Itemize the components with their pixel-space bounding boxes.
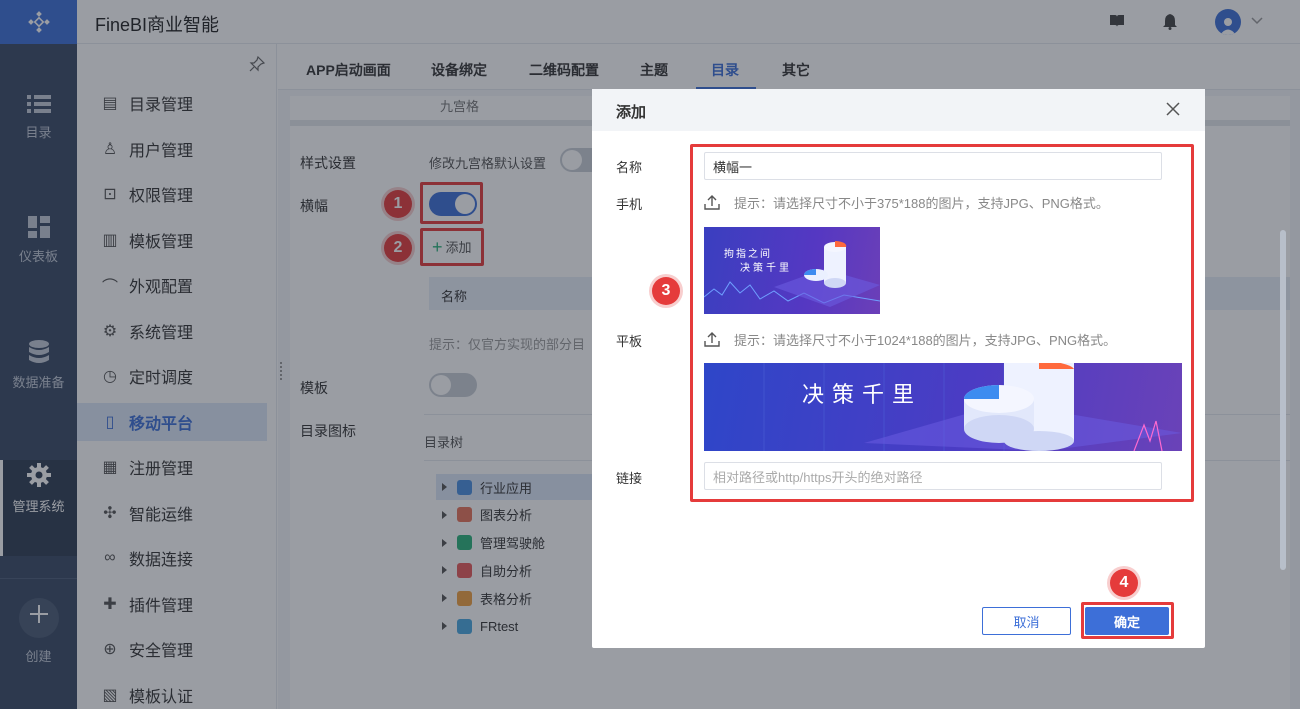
scrollbar[interactable] — [1280, 230, 1286, 570]
close-icon[interactable] — [1166, 102, 1180, 116]
dialog-title: 添加 — [616, 104, 647, 121]
highlight-box-4 — [1081, 602, 1174, 639]
add-banner-dialog: 添加 名称 横幅一 手机 提示：请选择尺寸不小于375*188的图片，支持JPG… — [592, 89, 1205, 648]
cancel-button[interactable]: 取消 — [982, 607, 1071, 635]
link-label: 链接 — [616, 471, 643, 486]
highlight-box-3 — [690, 144, 1194, 502]
phone-label: 手机 — [616, 197, 643, 212]
dialog-header: 添加 — [592, 89, 1205, 131]
name-label: 名称 — [616, 160, 643, 175]
callout-badge-4: 4 — [1110, 569, 1138, 597]
tablet-label: 平板 — [616, 334, 643, 349]
callout-badge-3: 3 — [652, 277, 680, 305]
